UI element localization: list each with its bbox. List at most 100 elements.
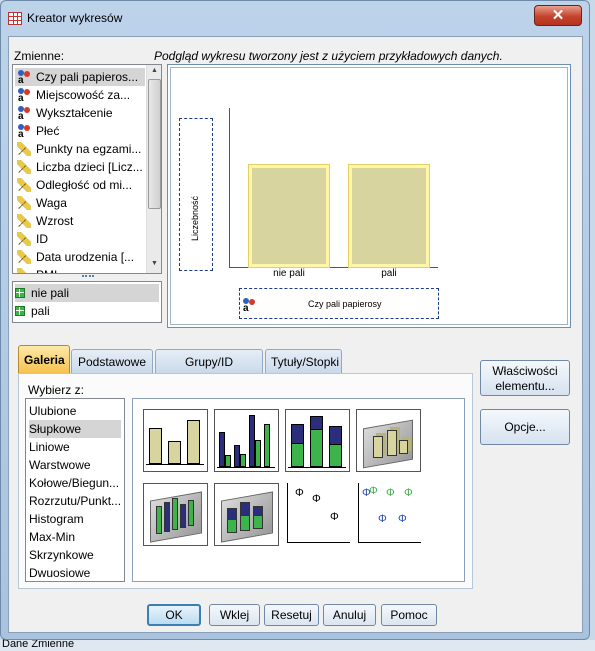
variable-item[interactable]: a Miejscowość za... [17, 86, 130, 104]
variable-item[interactable]: Liczba dzieci [Licz... [17, 158, 143, 176]
x-tick-label: pali [381, 268, 397, 279]
cancel-button[interactable]: Anuluj [323, 604, 376, 626]
error-bar-icon: Φ [330, 511, 339, 523]
simple-bar-thumbnail[interactable] [143, 409, 208, 472]
variable-item[interactable]: a Płeć [17, 122, 59, 140]
y-axis-drop-zone[interactable]: Liczebność [179, 118, 213, 271]
category-icon [15, 306, 25, 316]
nominal-icon: a [17, 70, 31, 86]
scroll-down-icon[interactable]: ▼ [147, 260, 161, 267]
variable-item[interactable]: Waga [17, 194, 67, 212]
splitter-grip-icon[interactable] [82, 275, 94, 280]
variable-label: ID [36, 232, 48, 246]
3d-stacked-thumbnail[interactable] [214, 483, 279, 546]
close-button[interactable]: ✕ [534, 5, 582, 26]
chart-type-item[interactable]: Dwuosiowe [29, 564, 121, 581]
error-bar-icon: Φ [404, 487, 413, 499]
chart-type-item[interactable]: Kołowe/Biegun... [29, 474, 121, 492]
tab-grupy-id-punkt-w[interactable]: Grupy/ID punktów [155, 349, 263, 393]
variable-label: Liczba dzieci [Licz... [36, 160, 143, 174]
error-bar-thumbnail[interactable]: Φ Φ Φ [285, 483, 350, 546]
chart-type-item[interactable]: Liniowe [29, 438, 121, 456]
chart-type-item[interactable]: Słupkowe [29, 420, 121, 438]
chart-type-item[interactable]: Ulubione [29, 402, 121, 420]
variables-label: Zmienne: [14, 49, 65, 63]
3d-clustered-thumbnail[interactable] [143, 483, 208, 546]
variable-item[interactable]: a Czy pali papieros... [15, 68, 145, 86]
variable-label: Płeć [36, 124, 60, 138]
chart-builder-icon [8, 12, 22, 25]
variable-label: PMI [36, 266, 57, 273]
variable-item[interactable]: PMI [17, 266, 57, 273]
variable-label: Wzrost [36, 214, 74, 228]
x-axis-drop-zone[interactable]: a Czy pali papierosy [239, 288, 439, 319]
scale-icon [17, 196, 31, 210]
chart-thumbnails: Φ Φ Φ Φ Φ Φ Φ Φ Φ [132, 398, 465, 582]
variable-item[interactable]: a Wykształcenie [17, 104, 113, 122]
scale-icon [17, 142, 31, 156]
variable-item[interactable]: Punkty na egzami... [17, 140, 141, 158]
error-bar-icon: Φ [312, 493, 321, 505]
nominal-icon: a [17, 124, 31, 140]
variable-label: Data urodzenia [... [36, 250, 135, 264]
variable-item[interactable]: ID [17, 230, 48, 248]
help-button[interactable]: Pomoc [381, 604, 437, 626]
background-app: Dane Zmienne [0, 638, 595, 651]
nominal-icon: a [17, 106, 31, 122]
variable-item[interactable]: Data urodzenia [... [17, 248, 134, 266]
preview-bar[interactable] [348, 164, 430, 268]
preview-bar[interactable] [248, 164, 330, 268]
error-bar-icon: Φ [378, 513, 387, 525]
chart-type-item[interactable]: Histogram [29, 510, 121, 528]
stacked-bar-thumbnail[interactable] [285, 409, 350, 472]
variables-scrollbar[interactable]: ▲ ▼ [146, 65, 161, 273]
tab-galeria[interactable]: Galeria [18, 345, 70, 373]
x-axis-variable: Czy pali papierosy [308, 299, 382, 309]
error-bar-icon: Φ [398, 513, 407, 525]
categories-list: nie pali pali [12, 281, 162, 323]
scale-icon [17, 160, 31, 174]
error-bar-icon: Φ [369, 485, 378, 497]
chart-type-item[interactable]: Warstwowe [29, 456, 121, 474]
variable-label: Odległość od mi... [36, 178, 133, 192]
nominal-icon: a [242, 298, 256, 314]
paste-button[interactable]: Wklej [209, 604, 260, 626]
element-properties-button[interactable]: Właściwości elementu... [480, 360, 570, 396]
variable-label: Waga [36, 196, 67, 210]
chart-type-list[interactable]: Ulubione Słupkowe Liniowe Warstwowe Kołowe/B… [25, 398, 125, 582]
variables-list[interactable]: a Czy pali papieros... a Miejscowość za... a… [12, 64, 162, 274]
variable-label: Wykształcenie [36, 106, 113, 120]
error-bar-icon: Φ [386, 487, 395, 499]
chart-type-item[interactable]: Max-Min [29, 528, 121, 546]
reset-button[interactable]: Resetuj [264, 604, 319, 626]
ok-button[interactable]: OK [147, 604, 201, 626]
3d-bar-thumbnail[interactable] [356, 409, 421, 472]
variable-item[interactable]: Odległość od mi... [17, 176, 132, 194]
variable-item[interactable]: Wzrost [17, 212, 73, 230]
x-tick-label: nie pali [273, 268, 305, 279]
variable-label: Czy pali papieros... [36, 70, 139, 84]
error-bar-icon: Φ [295, 487, 304, 499]
clustered-bar-thumbnail[interactable] [214, 409, 279, 472]
scale-icon [17, 214, 31, 228]
clustered-error-bar-thumbnail[interactable]: Φ Φ Φ Φ Φ Φ [356, 483, 421, 546]
chart-type-item[interactable]: Rozrzutu/Punkt... [29, 492, 121, 510]
category-item: pali [15, 302, 50, 320]
category-icon [15, 288, 25, 298]
nominal-icon: a [17, 88, 31, 104]
close-icon: ✕ [551, 7, 565, 24]
y-axis-label: Liczebność [190, 195, 200, 241]
options-button[interactable]: Opcje... [480, 409, 570, 445]
scale-icon [17, 232, 31, 246]
tab-podstawowe[interactable]: Podstawowe [71, 349, 153, 373]
tab-tytu-y-stopki[interactable]: Tytuły/Stopki [265, 349, 342, 373]
title-bar: Kreator wykresów ✕ [0, 0, 590, 34]
category-item: nie pali [15, 284, 159, 302]
window-title: Kreator wykresów [27, 11, 123, 25]
preview-caption: Podgląd wykresu tworzony jest z użyciem … [154, 49, 503, 63]
variable-label: Punkty na egzami... [36, 142, 142, 156]
chart-preview-canvas[interactable]: Liczebność nie pali pali a Czy pali papie… [167, 64, 571, 328]
scroll-thumb[interactable] [148, 79, 161, 209]
chart-type-item[interactable]: Skrzynkowe [29, 546, 121, 564]
scroll-up-icon[interactable]: ▲ [147, 67, 161, 74]
